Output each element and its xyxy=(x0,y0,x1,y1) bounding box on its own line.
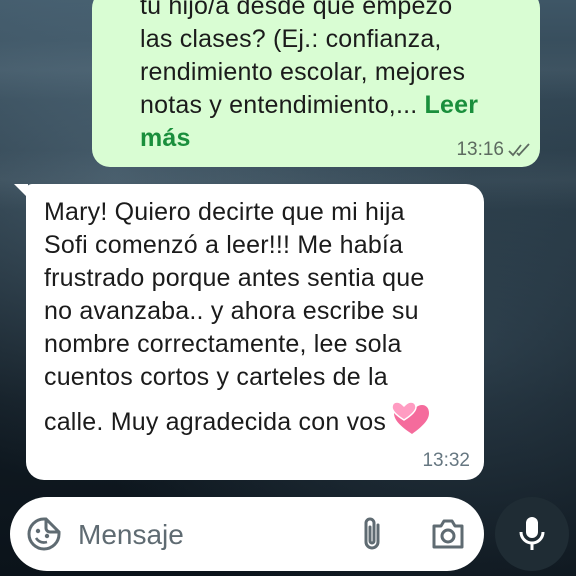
message-input[interactable]: Mensaje xyxy=(78,519,184,551)
double-check-icon xyxy=(508,143,530,157)
incoming-message-text: Mary! Quiero decirte que mi hija Sofi co… xyxy=(44,196,474,439)
message-timestamp: 13:16 xyxy=(456,139,504,160)
message-line: no avanzaba.. y ahora escribe su xyxy=(44,297,419,325)
message-line: frustrado porque antes sentia que xyxy=(44,264,425,292)
emoji-sticker-icon[interactable] xyxy=(26,516,62,552)
microphone-icon xyxy=(519,517,545,550)
incoming-message-bubble[interactable]: Mary! Quiero decirte que mi hija Sofi co… xyxy=(26,184,484,480)
message-line: tu hijo/a desde que empezó xyxy=(140,0,453,20)
message-line: Sofi comenzó a leer!!! Me había xyxy=(44,231,404,259)
message-line: rendimiento escolar, mejores xyxy=(140,58,466,86)
message-line: Mary! Quiero decirte que mi hija xyxy=(44,198,405,226)
message-line: las clases? (Ej.: confianza, xyxy=(140,25,442,53)
message-line: cuentos cortos y carteles de la xyxy=(44,363,388,391)
paperclip-icon[interactable] xyxy=(358,515,386,553)
outgoing-message-text: tu hijo/a desde que empezó las clases? (… xyxy=(140,0,530,155)
message-line: calle. Muy agradecida con vos xyxy=(44,408,387,436)
message-timestamp: 13:32 xyxy=(422,450,470,471)
read-more-link[interactable]: Leer xyxy=(425,91,479,119)
read-more-link-continued[interactable]: más xyxy=(140,124,191,152)
microphone-button[interactable] xyxy=(495,497,569,571)
message-composer[interactable]: Mensaje xyxy=(10,497,484,571)
outgoing-message-bubble[interactable]: tu hijo/a desde que empezó las clases? (… xyxy=(92,0,540,167)
camera-icon[interactable] xyxy=(430,517,466,551)
two-hearts-icon xyxy=(391,401,430,434)
message-line: nombre correctamente, lee sola xyxy=(44,330,402,358)
message-line-last: calle. Muy agradecida con vos xyxy=(44,400,474,439)
message-line: notas y entendimiento,... xyxy=(140,91,418,119)
